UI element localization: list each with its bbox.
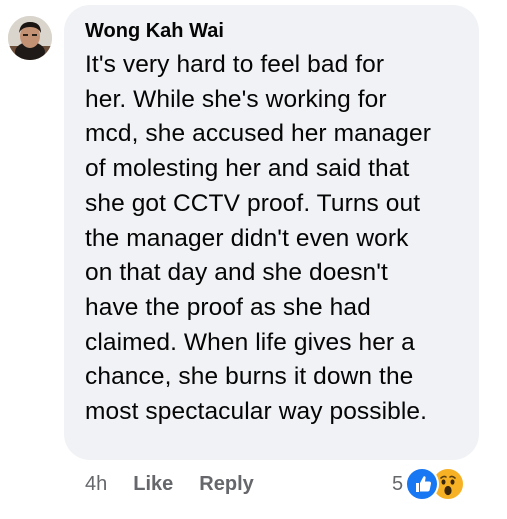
comment-author[interactable]: Wong Kah Wai [85,18,463,44]
comment-actions: 4h Like Reply [85,470,254,498]
like-button[interactable]: Like [133,473,173,496]
comment-text-line: It's very hard to feel bad for [85,51,385,78]
comment-text-line: most spectacular way possible. [85,398,428,426]
comment-text-line: the manager didn't even work [85,224,409,252]
reaction-count: 5 [392,472,404,495]
comment-container: Wong Kah Wai It's very hard to feel bad … [0,0,507,519]
reactions-summary[interactable]: 5 [392,465,466,503]
comment-text-line: chance, she burns it down the [85,363,414,391]
avatar-photo [8,16,52,60]
comment-bubble: Wong Kah Wai It's very hard to feel bad … [64,5,479,460]
comment-text-line: her. While she's working for [85,85,387,113]
comment-text-line: mcd, she accused her manager [85,120,431,148]
like-reaction-icon [405,467,440,501]
avatar[interactable] [8,16,52,60]
comment-text-line: have the proof as she had [85,293,371,321]
comment-timestamp[interactable]: 4h [85,473,107,496]
comment-text-line: of molesting her and said that [85,155,410,183]
reply-button[interactable]: Reply [199,473,253,496]
comment-text-line: on that day and she doesn't [85,259,388,287]
comment-text: It's very hard to feel bad for her. Whil… [85,48,463,430]
comment-text-line: claimed. When life gives her a [85,328,415,356]
comment-text-line: she got CCTV proof. Turns out [85,189,421,217]
